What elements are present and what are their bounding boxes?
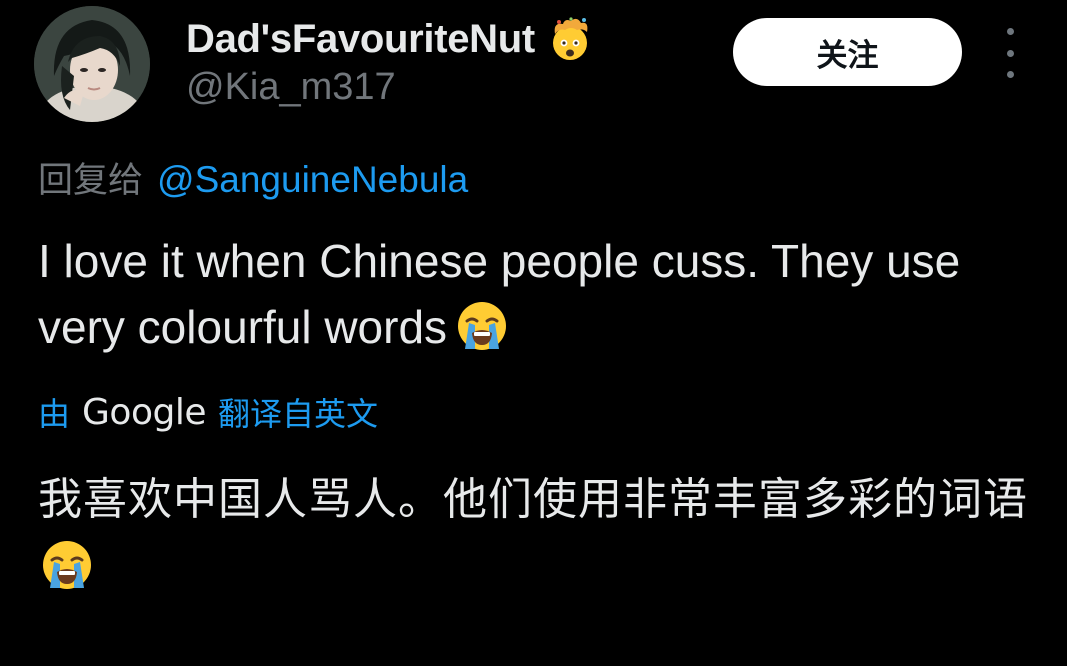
google-logo: Google bbox=[82, 391, 206, 433]
tweet-text: I love it when Chinese people cuss. They… bbox=[38, 228, 1038, 360]
more-vertical-icon[interactable] bbox=[992, 28, 1028, 78]
more-dot bbox=[1006, 71, 1014, 78]
more-dot bbox=[1006, 28, 1014, 35]
loudly-crying-face-icon bbox=[455, 299, 509, 353]
tweet-header: Dad'sFavouriteNut @Kia_m317 关注 bbox=[0, 0, 1067, 130]
exploding-head-emoji-icon bbox=[547, 16, 593, 62]
display-name-row: Dad'sFavouriteNut bbox=[186, 14, 593, 64]
translated-text: 我喜欢中国人骂人。他们使用非常丰富多彩的词语 bbox=[38, 466, 1048, 602]
user-handle[interactable]: @Kia_m317 bbox=[186, 66, 396, 109]
translate-from-english-link[interactable]: 翻译自英文 bbox=[218, 389, 378, 435]
reply-mention-link[interactable]: @SanguineNebula bbox=[157, 159, 468, 201]
translated-body: 我喜欢中国人骂人。他们使用非常丰富多彩的词语 bbox=[38, 474, 1028, 525]
translate-by-label: 由 bbox=[38, 395, 71, 433]
reply-context: 回复给 @SanguineNebula bbox=[38, 152, 468, 203]
display-name[interactable]: Dad'sFavouriteNut bbox=[186, 17, 535, 62]
follow-button[interactable]: 关注 bbox=[733, 18, 962, 86]
loudly-crying-face-icon bbox=[40, 538, 94, 592]
translation-attribution: 由 Google 翻译自英文 bbox=[38, 388, 378, 436]
more-dot bbox=[1006, 49, 1014, 57]
avatar[interactable] bbox=[34, 6, 150, 122]
reply-prefix: 回复给 bbox=[38, 161, 144, 201]
